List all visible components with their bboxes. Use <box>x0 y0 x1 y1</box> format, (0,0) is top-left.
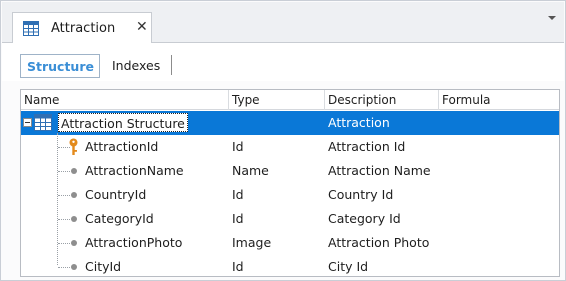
attribute-name[interactable]: CategoryId <box>85 211 154 226</box>
bullet-icon <box>71 240 77 246</box>
tree-branch <box>58 267 70 268</box>
table-row[interactable]: AttractionPhoto Image Attraction Photo <box>21 231 559 255</box>
table-row-root[interactable]: Attraction Structure Attraction <box>21 111 559 135</box>
attribute-description[interactable]: Country Id <box>328 187 393 202</box>
tab-structure-label: Structure <box>27 59 94 74</box>
column-header-type[interactable]: Type <box>229 90 325 110</box>
transaction-editor-window: Attraction ✕ Structure Indexes Name Type… <box>0 0 566 281</box>
tree-branch <box>58 195 70 196</box>
tab-indexes[interactable]: Indexes <box>112 58 160 73</box>
tree-branch <box>58 219 70 220</box>
tab-structure[interactable]: Structure <box>20 54 100 78</box>
attribute-type[interactable]: Name <box>232 163 269 178</box>
table-row[interactable]: AttractionName Name Attraction Name <box>21 159 559 183</box>
document-tab-strip: Attraction ✕ <box>2 2 564 44</box>
table-row[interactable]: CategoryId Id Category Id <box>21 207 559 231</box>
attribute-name[interactable]: CityId <box>85 259 121 274</box>
attribute-type[interactable]: Id <box>232 139 244 154</box>
table-grid-icon <box>34 114 52 131</box>
key-icon <box>69 138 78 155</box>
attribute-type[interactable]: Image <box>232 235 271 250</box>
root-description[interactable]: Attraction <box>328 115 390 130</box>
close-icon[interactable]: ✕ <box>136 19 148 35</box>
document-tab-title: Attraction <box>51 21 116 36</box>
attribute-type[interactable]: Id <box>232 187 244 202</box>
subtab-divider <box>171 55 172 75</box>
table-row[interactable]: CityId Id City Id <box>21 255 559 279</box>
attribute-name[interactable]: AttractionId <box>85 139 158 154</box>
root-name[interactable]: Attraction Structure <box>58 113 188 132</box>
attribute-name[interactable]: AttractionPhoto <box>85 235 182 250</box>
attribute-description[interactable]: Attraction Photo <box>328 235 429 250</box>
column-header-description[interactable]: Description <box>325 90 439 110</box>
column-header-name[interactable]: Name <box>21 90 229 110</box>
structure-grid: Name Type Description Formula Attraction… <box>20 89 560 277</box>
table-row[interactable]: CountryId Id Country Id <box>21 183 559 207</box>
chevron-down-icon[interactable] <box>548 16 556 20</box>
attribute-type[interactable]: Id <box>232 259 244 274</box>
attribute-description[interactable]: Attraction Name <box>328 163 431 178</box>
grid-header: Name Type Description Formula <box>21 90 559 110</box>
bullet-icon <box>71 168 77 174</box>
table-grid-icon <box>23 21 39 36</box>
bullet-icon <box>71 216 77 222</box>
tree-branch <box>58 171 70 172</box>
table-row[interactable]: AttractionId Id Attraction Id <box>21 135 559 159</box>
attribute-name[interactable]: AttractionName <box>85 163 184 178</box>
attribute-description[interactable]: City Id <box>328 259 368 274</box>
collapse-toggle-icon[interactable] <box>23 118 32 127</box>
tree-branch <box>58 243 70 244</box>
attribute-name[interactable]: CountryId <box>85 187 146 202</box>
bullet-icon <box>71 192 77 198</box>
attribute-description[interactable]: Category Id <box>328 211 401 226</box>
bullet-icon <box>71 264 77 270</box>
column-header-formula[interactable]: Formula <box>439 90 559 110</box>
attribute-type[interactable]: Id <box>232 211 244 226</box>
attribute-description[interactable]: Attraction Id <box>328 139 405 154</box>
document-tab-attraction[interactable]: Attraction ✕ <box>12 12 152 44</box>
editor-subtabs: Structure Indexes <box>2 43 564 81</box>
